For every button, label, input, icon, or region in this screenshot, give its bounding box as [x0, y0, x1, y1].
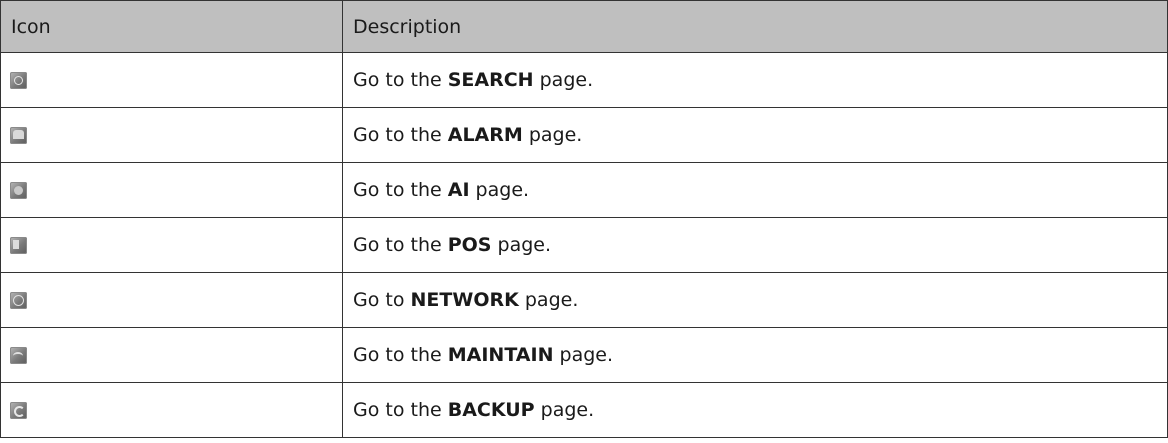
- description-cell: Go to the MAINTAIN page.: [342, 327, 1168, 383]
- description-suffix: page.: [518, 289, 579, 311]
- backup-icon: [10, 402, 27, 419]
- icon-cell: [0, 217, 343, 273]
- icon-cell: [0, 52, 343, 108]
- description-cell: Go to the AI page.: [342, 162, 1168, 218]
- icon-cell: [0, 162, 343, 218]
- description-keyword: ALARM: [447, 124, 523, 146]
- description-prefix: Go to the: [353, 179, 448, 201]
- maintain-icon: [10, 347, 27, 364]
- table-row: Go to the SEARCH page.: [0, 52, 1168, 108]
- table-row: Go to the POS page.: [0, 217, 1168, 273]
- header-icon: Icon: [0, 0, 343, 53]
- description-suffix: page.: [491, 234, 552, 256]
- description-keyword: BACKUP: [447, 399, 535, 421]
- description-suffix: page.: [469, 179, 530, 201]
- description-suffix: page.: [534, 399, 595, 421]
- description-suffix: page.: [553, 344, 614, 366]
- table-row: Go to NETWORK page.: [0, 272, 1168, 328]
- description-keyword: NETWORK: [410, 289, 519, 311]
- search-icon: [10, 72, 27, 89]
- icon-description-table: Icon Description Go to the SEARCH page. …: [0, 0, 1168, 438]
- table-row: Go to the MAINTAIN page.: [0, 327, 1168, 383]
- icon-cell: [0, 272, 343, 328]
- icon-cell: [0, 107, 343, 163]
- pos-icon: [10, 237, 27, 254]
- description-prefix: Go to the: [353, 344, 448, 366]
- description-cell: Go to NETWORK page.: [342, 272, 1168, 328]
- description-prefix: Go to the: [353, 124, 448, 146]
- description-prefix: Go to the: [353, 399, 448, 421]
- icon-cell: [0, 382, 343, 438]
- table-row: Go to the BACKUP page.: [0, 382, 1168, 438]
- description-keyword: AI: [447, 179, 470, 201]
- description-keyword: POS: [447, 234, 492, 256]
- description-cell: Go to the ALARM page.: [342, 107, 1168, 163]
- description-prefix: Go to the: [353, 69, 448, 91]
- header-description: Description: [342, 0, 1168, 53]
- description-suffix: page.: [533, 69, 594, 91]
- ai-icon: [10, 182, 27, 199]
- table-header-row: Icon Description: [0, 0, 1168, 53]
- description-cell: Go to the BACKUP page.: [342, 382, 1168, 438]
- table-row: Go to the ALARM page.: [0, 107, 1168, 163]
- icon-cell: [0, 327, 343, 383]
- network-icon: [10, 292, 27, 309]
- table-row: Go to the AI page.: [0, 162, 1168, 218]
- alarm-icon: [10, 127, 27, 144]
- description-suffix: page.: [522, 124, 583, 146]
- description-keyword: MAINTAIN: [447, 344, 554, 366]
- description-prefix: Go to the: [353, 234, 448, 256]
- description-keyword: SEARCH: [447, 69, 534, 91]
- description-cell: Go to the SEARCH page.: [342, 52, 1168, 108]
- description-cell: Go to the POS page.: [342, 217, 1168, 273]
- description-prefix: Go to: [353, 289, 411, 311]
